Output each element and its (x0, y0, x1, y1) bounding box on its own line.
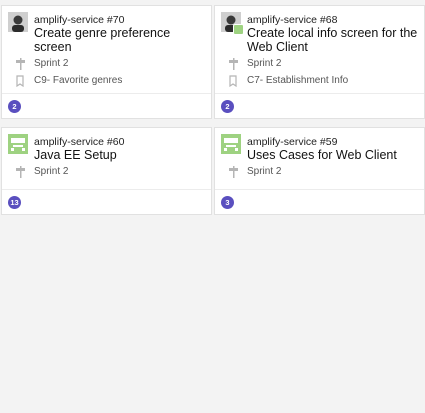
iteration-field: Sprint 2 (228, 58, 418, 70)
work-item-card[interactable]: amplify-service #70 Create genre prefere… (1, 5, 212, 119)
bot-avatar (8, 134, 28, 154)
area-label: C9- Favorite genres (34, 75, 123, 86)
iteration-label: Sprint 2 (247, 58, 282, 69)
work-item-id[interactable]: amplify-service #59 (247, 136, 337, 148)
card-footer: 2 (2, 93, 211, 118)
work-item-id[interactable]: amplify-service #68 (247, 14, 337, 26)
user-avatar (8, 12, 28, 32)
work-item-id[interactable]: amplify-service #70 (34, 14, 124, 26)
milestone-icon (229, 166, 238, 178)
milestone-icon (229, 58, 238, 70)
bot-badge-icon (233, 24, 244, 35)
work-item-card[interactable]: amplify-service #60 Java EE Setup Sprint… (1, 127, 212, 215)
area-field: C7- Establishment Info (228, 75, 418, 87)
book-icon (16, 75, 24, 87)
count-badge: 13 (8, 196, 21, 209)
milestone-icon (16, 166, 25, 178)
work-item-card[interactable]: amplify-service #59 Uses Cases for Web C… (214, 127, 425, 215)
work-item-title[interactable]: Create genre preference screen (34, 26, 205, 54)
work-item-title[interactable]: Create local info screen for the Web Cli… (247, 26, 418, 54)
book-icon (229, 75, 237, 87)
iteration-label: Sprint 2 (34, 58, 69, 69)
iteration-label: Sprint 2 (34, 166, 69, 177)
iteration-field: Sprint 2 (228, 166, 418, 178)
area-field: C9- Favorite genres (15, 75, 205, 87)
iteration-field: Sprint 2 (15, 58, 205, 70)
work-item-id[interactable]: amplify-service #60 (34, 136, 124, 148)
work-item-title[interactable]: Java EE Setup (34, 148, 205, 162)
work-item-title[interactable]: Uses Cases for Web Client (247, 148, 418, 162)
milestone-icon (16, 58, 25, 70)
count-badge: 3 (221, 196, 234, 209)
count-badge: 2 (221, 100, 234, 113)
iteration-label: Sprint 2 (247, 166, 282, 177)
area-label: C7- Establishment Info (247, 75, 349, 86)
iteration-field: Sprint 2 (15, 166, 205, 178)
count-badge: 2 (8, 100, 21, 113)
work-item-card[interactable]: amplify-service #68 Create local info sc… (214, 5, 425, 119)
card-footer: 13 (2, 189, 211, 214)
card-footer: 2 (215, 93, 424, 118)
bot-avatar (221, 134, 241, 154)
card-footer: 3 (215, 189, 424, 214)
